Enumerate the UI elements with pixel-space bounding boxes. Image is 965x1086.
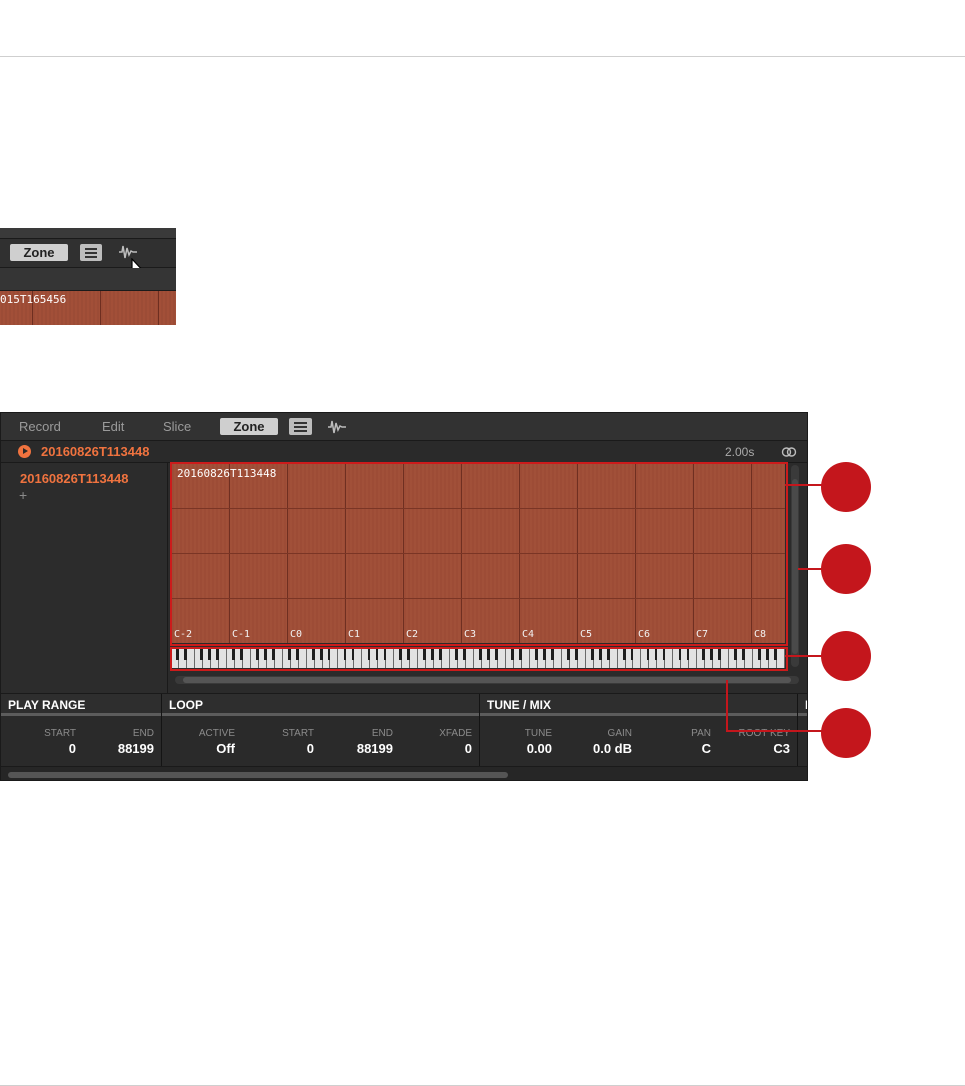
callout-marker-1 [821,462,871,512]
keyboard-highlight [170,647,788,671]
callout-line-4h [726,730,822,732]
play-start-value[interactable]: 0 [11,741,76,756]
callout-line-1 [785,484,822,486]
loop-xfade-value[interactable]: 0 [407,741,472,756]
inset-sample-label: 015T165456 [0,293,67,306]
waveform-icon[interactable] [327,417,347,437]
zone-map-highlight [170,462,788,646]
tab-bar: Record Edit Slice Zone [1,413,807,441]
section-next[interactable]: I [798,694,807,716]
callout-line-2 [798,568,822,570]
add-zone-button[interactable]: + [19,487,27,503]
zone-list: 20160826T113448 + [1,463,168,703]
loop-end-label: END [371,728,393,739]
loop-active-value[interactable]: Off [171,741,235,756]
inset-top-band [0,228,176,239]
loop-start-value[interactable]: 0 [249,741,314,756]
inset-hamburger-menu-icon[interactable] [80,244,102,261]
tab-slice[interactable]: Slice [163,418,191,435]
sampling-zone-panel: Record Edit Slice Zone 20160826T113448 2… [0,412,808,781]
gain-value[interactable]: 0.0 dB [567,741,632,756]
tune-label: TUNE [524,728,552,739]
vertical-scrollbar[interactable] [791,465,799,667]
callout-marker-4 [821,708,871,758]
stereo-link-icon[interactable] [781,447,797,457]
play-icon[interactable] [18,445,31,458]
tune-value[interactable]: 0.00 [487,741,552,756]
callout-line-4v [726,680,728,732]
section-loop[interactable]: LOOP [162,694,479,716]
horizontal-scrollbar[interactable] [175,676,799,684]
inset-sample-zone[interactable]: 015T165456 [0,291,176,325]
parameter-scrollbar[interactable] [1,766,807,780]
inset-tab-zone[interactable]: Zone [10,244,68,261]
callout-marker-2 [821,544,871,594]
tab-edit[interactable]: Edit [102,418,124,435]
play-end-value[interactable]: 88199 [89,741,154,756]
loop-end-value[interactable]: 88199 [328,741,393,756]
hamburger-menu-icon[interactable] [289,418,312,435]
loop-active-label: ACTIVE [198,728,235,739]
pan-value[interactable]: C [646,741,711,756]
sample-header: 20160826T113448 2.00s [1,441,807,463]
section-play-range[interactable]: PLAY RANGE [1,694,161,716]
loop-start-label: START [282,728,314,739]
inset-sample-row [0,268,176,291]
play-start-label: START [44,728,76,739]
pan-label: PAN [691,728,711,739]
sample-duration: 2.00s [725,445,755,459]
gain-label: GAIN [607,728,632,739]
inset-screenshot: Zone 015T165456 [0,228,176,325]
section-tune-mix[interactable]: TUNE / MIX [480,694,797,716]
root-key-value[interactable]: C3 [725,741,790,756]
callout-line-3 [785,655,822,657]
loop-xfade-label: XFADE [439,728,472,739]
tab-zone[interactable]: Zone [220,418,278,435]
callout-marker-3 [821,631,871,681]
parameter-area: PLAY RANGE LOOP TUNE / MIX I START 0 END… [1,693,807,766]
top-rule [0,56,965,57]
zone-list-item[interactable]: 20160826T113448 [20,471,128,486]
tab-record[interactable]: Record [19,418,61,435]
sample-name: 20160826T113448 [41,444,150,459]
play-end-label: END [132,728,154,739]
